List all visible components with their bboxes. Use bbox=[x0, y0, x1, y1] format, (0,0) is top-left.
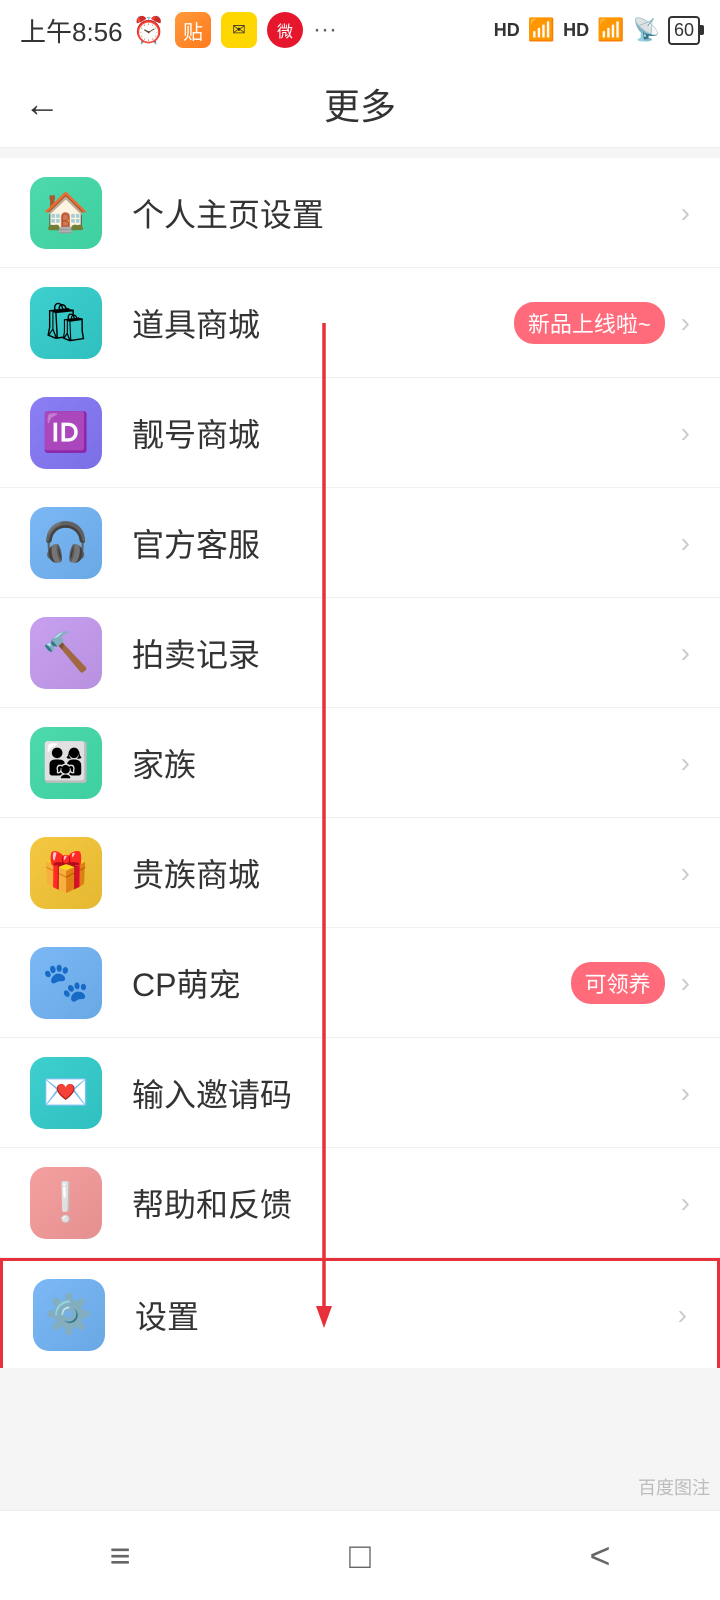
status-time: 上午8:56 ⏰ 贴 ✉ 微 ··· bbox=[20, 12, 337, 49]
menu-list: 🏠个人主页设置›🛍道具商城新品上线啦~›🆔靓号商城›🎧官方客服›🔨拍卖记录›👨‍… bbox=[0, 158, 720, 1368]
arrow-prop-shop: › bbox=[681, 307, 690, 339]
icon-pretty-id: 🆔 bbox=[30, 397, 102, 469]
icon-cp-pet: 🐾 bbox=[30, 947, 102, 1019]
battery-level: 60 bbox=[674, 20, 694, 41]
back-icon: < bbox=[589, 1535, 610, 1577]
menu-item-settings[interactable]: ⚙️ 设置› bbox=[0, 1258, 720, 1368]
status-indicators: HD 📶 HD 📶 📡 60 bbox=[494, 16, 700, 45]
label-customer-service: 官方客服 bbox=[132, 520, 681, 566]
icon-customer-service: 🎧 bbox=[30, 507, 102, 579]
menu-item-cp-pet[interactable]: 🐾 CP萌宠可领养 › bbox=[0, 928, 720, 1038]
label-profile-settings: 个人主页设置 bbox=[132, 190, 681, 236]
battery-indicator: 60 bbox=[668, 16, 700, 45]
weibo-app-icon: 微 bbox=[267, 12, 303, 48]
hd-label-1: HD bbox=[494, 20, 520, 41]
signal-icon-1: 📶 bbox=[528, 17, 555, 43]
arrow-invite-code: › bbox=[681, 1077, 690, 1109]
arrow-pretty-id: › bbox=[681, 417, 690, 449]
label-settings: 设置 bbox=[135, 1292, 678, 1338]
nav-menu-button[interactable]: ≡ bbox=[70, 1526, 170, 1586]
sticker-app-icon: 贴 bbox=[175, 12, 211, 48]
nav-home-button[interactable]: □ bbox=[310, 1526, 410, 1586]
arrow-help-feedback: › bbox=[681, 1187, 690, 1219]
menu-item-customer-service[interactable]: 🎧 官方客服› bbox=[0, 488, 720, 598]
menu-item-pretty-id[interactable]: 🆔 靓号商城› bbox=[0, 378, 720, 488]
arrow-settings: › bbox=[678, 1299, 687, 1331]
icon-invite-code: 💌 bbox=[30, 1057, 102, 1129]
wifi-icon: 📡 bbox=[633, 17, 660, 43]
icon-noble-shop: 🎁 bbox=[30, 837, 102, 909]
page-header: ← 更多 bbox=[0, 60, 720, 148]
menu-item-profile-settings[interactable]: 🏠 个人主页设置› bbox=[0, 158, 720, 268]
badge-cp-pet: 可领养 bbox=[571, 962, 665, 1004]
label-cp-pet: CP萌宠 bbox=[132, 960, 571, 1006]
page-title: 更多 bbox=[324, 78, 396, 130]
icon-help-feedback: ❕ bbox=[30, 1167, 102, 1239]
menu-item-invite-code[interactable]: 💌 输入邀请码› bbox=[0, 1038, 720, 1148]
watermark: 百度图注 bbox=[638, 1474, 710, 1500]
status-bar: 上午8:56 ⏰ 贴 ✉ 微 ··· HD 📶 HD 📶 📡 60 bbox=[0, 0, 720, 60]
arrow-auction-record: › bbox=[681, 637, 690, 669]
msg-app-icon: ✉ bbox=[221, 12, 257, 48]
label-pretty-id: 靓号商城 bbox=[132, 410, 681, 456]
menu-item-auction-record[interactable]: 🔨 拍卖记录› bbox=[0, 598, 720, 708]
back-button[interactable]: ← bbox=[24, 83, 60, 125]
bottom-navigation: ≡ □ < bbox=[0, 1510, 720, 1600]
nav-back-button[interactable]: < bbox=[550, 1526, 650, 1586]
label-noble-shop: 贵族商城 bbox=[132, 850, 681, 896]
alarm-icon: ⏰ bbox=[133, 15, 165, 46]
arrow-profile-settings: › bbox=[681, 197, 690, 229]
icon-auction-record: 🔨 bbox=[30, 617, 102, 689]
icon-family: 👨‍👩‍👧 bbox=[30, 727, 102, 799]
menu-item-family[interactable]: 👨‍👩‍👧 家族› bbox=[0, 708, 720, 818]
menu-item-prop-shop[interactable]: 🛍 道具商城新品上线啦~ › bbox=[0, 268, 720, 378]
time-label: 上午8:56 bbox=[20, 12, 123, 49]
arrow-customer-service: › bbox=[681, 527, 690, 559]
menu-item-help-feedback[interactable]: ❕ 帮助和反馈› bbox=[0, 1148, 720, 1258]
badge-prop-shop: 新品上线啦~ bbox=[514, 302, 665, 344]
signal-icon-2: 📶 bbox=[597, 17, 624, 43]
label-auction-record: 拍卖记录 bbox=[132, 630, 681, 676]
more-dots: ··· bbox=[313, 16, 337, 44]
label-prop-shop: 道具商城 bbox=[132, 300, 514, 346]
label-invite-code: 输入邀请码 bbox=[132, 1070, 681, 1116]
hd-label-2: HD bbox=[563, 20, 589, 41]
label-family: 家族 bbox=[132, 740, 681, 786]
icon-profile-settings: 🏠 bbox=[30, 177, 102, 249]
menu-icon: ≡ bbox=[109, 1535, 130, 1577]
home-icon: □ bbox=[349, 1535, 371, 1577]
menu-item-noble-shop[interactable]: 🎁 贵族商城› bbox=[0, 818, 720, 928]
arrow-noble-shop: › bbox=[681, 857, 690, 889]
arrow-cp-pet: › bbox=[681, 967, 690, 999]
arrow-family: › bbox=[681, 747, 690, 779]
icon-settings: ⚙️ bbox=[33, 1279, 105, 1351]
icon-prop-shop: 🛍 bbox=[30, 287, 102, 359]
label-help-feedback: 帮助和反馈 bbox=[132, 1180, 681, 1226]
